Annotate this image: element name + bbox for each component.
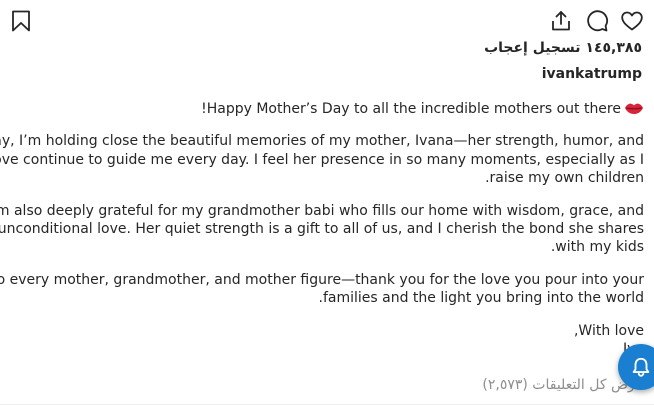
caption-line: To every mother, grandmother, and mother… bbox=[0, 271, 644, 288]
post-username[interactable]: ivankatrump bbox=[542, 66, 642, 82]
divider bbox=[0, 404, 654, 405]
caption-line: families and the light you bring into th… bbox=[318, 290, 644, 307]
caption-line: raise my own children. bbox=[485, 170, 644, 187]
caption-line: With love, bbox=[573, 322, 644, 339]
lips-emoji-icon bbox=[625, 103, 643, 114]
comment-button[interactable] bbox=[585, 9, 609, 33]
caption-paragraph: Today, I’m holding close the beautiful m… bbox=[0, 132, 644, 187]
share-button[interactable] bbox=[549, 9, 573, 33]
likes-count[interactable]: ١٤٥,٣٨٥ تسجيل إعجاب bbox=[484, 40, 642, 56]
bookmark-icon bbox=[12, 10, 30, 32]
post-details-panel: ١٤٥,٣٨٥ تسجيل إعجاب ivankatrump Happy Mo… bbox=[0, 0, 654, 409]
caption-paragraph: To every mother, grandmother, and mother… bbox=[0, 271, 644, 308]
caption-line: unconditional love. Her quiet strength i… bbox=[0, 221, 644, 238]
caption-greeting: Happy Mother’s Day to all the incredible… bbox=[4, 100, 644, 118]
caption-line: with my kids. bbox=[550, 239, 644, 256]
view-all-comments-link[interactable]: عرض كل التعليقات (٢,٥٧٣) bbox=[482, 377, 644, 393]
caption-line: Happy Mother’s Day to all the incredible… bbox=[201, 101, 621, 117]
bell-icon bbox=[632, 357, 650, 377]
share-icon bbox=[552, 11, 570, 31]
like-button[interactable] bbox=[620, 9, 644, 33]
caption-line: Today, I’m holding close the beautiful m… bbox=[0, 133, 644, 150]
comment-icon bbox=[587, 10, 609, 32]
post-caption: Happy Mother’s Day to all the incredible… bbox=[0, 100, 644, 359]
save-button[interactable] bbox=[9, 9, 33, 33]
caption-line: I’m also deeply grateful for my grandmot… bbox=[0, 202, 644, 219]
caption-signoff: With love, Iva bbox=[4, 322, 644, 359]
caption-paragraph: I’m also deeply grateful for my grandmot… bbox=[0, 202, 644, 257]
caption-line: love continue to guide me every day. I f… bbox=[0, 151, 644, 168]
heart-icon bbox=[621, 11, 643, 31]
